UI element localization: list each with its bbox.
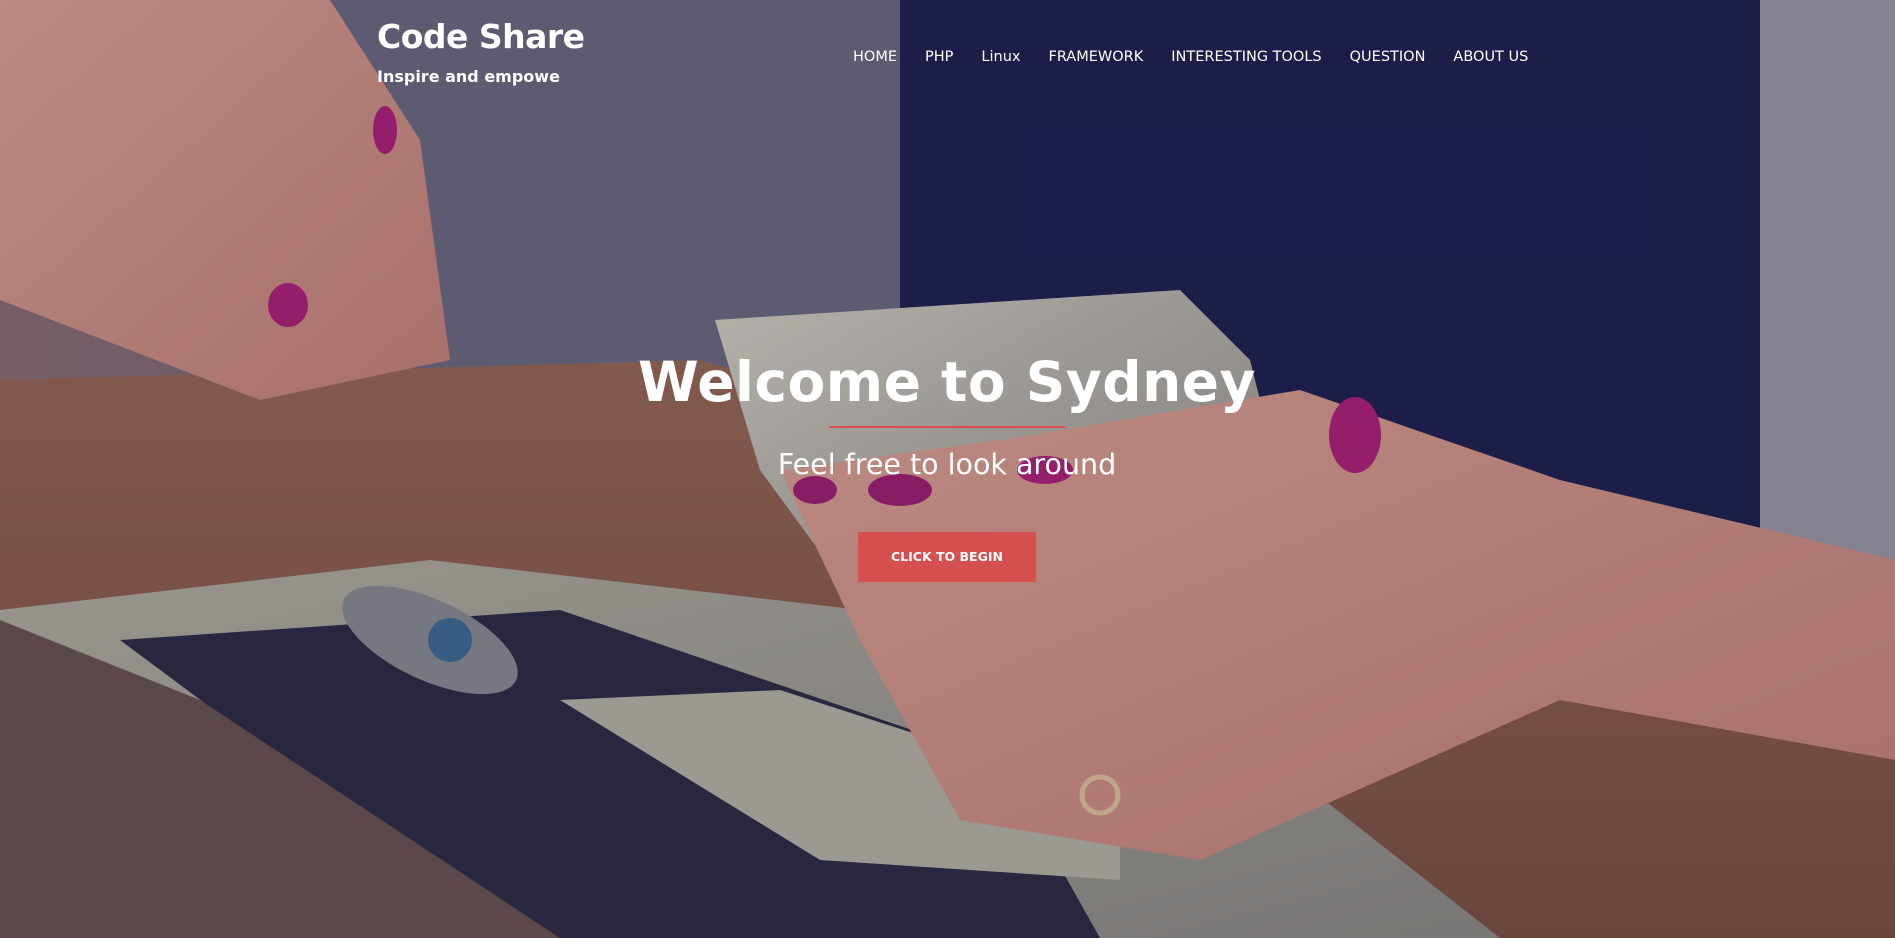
site-title[interactable]: Code Share	[377, 16, 585, 58]
click-to-begin-button[interactable]: CLICK TO BEGIN	[858, 531, 1036, 582]
site-tagline: Inspire and empowe	[377, 67, 560, 86]
hero-title-divider	[829, 426, 1065, 428]
nav-item-framework[interactable]: FRAMEWORK	[1048, 47, 1143, 67]
hero-section: Code Share Inspire and empowe HOME PHP L…	[0, 0, 1895, 938]
main-navigation: HOME PHP Linux FRAMEWORK INTERESTING TOO…	[853, 47, 1528, 67]
nav-item-about-us[interactable]: ABOUT US	[1453, 47, 1528, 67]
hero-content: Welcome to Sydney Feel free to look arou…	[547, 340, 1347, 582]
nav-item-interesting-tools[interactable]: INTERESTING TOOLS	[1171, 47, 1321, 67]
nav-item-home[interactable]: HOME	[853, 47, 897, 67]
site-branding: Code Share Inspire and empowe	[377, 16, 585, 86]
nav-item-question[interactable]: QUESTION	[1350, 47, 1426, 67]
hero-subtitle: Feel free to look around	[777, 447, 1117, 481]
hero-title: Welcome to Sydney	[638, 350, 1256, 414]
nav-item-linux[interactable]: Linux	[981, 47, 1020, 67]
nav-item-php[interactable]: PHP	[925, 47, 953, 67]
